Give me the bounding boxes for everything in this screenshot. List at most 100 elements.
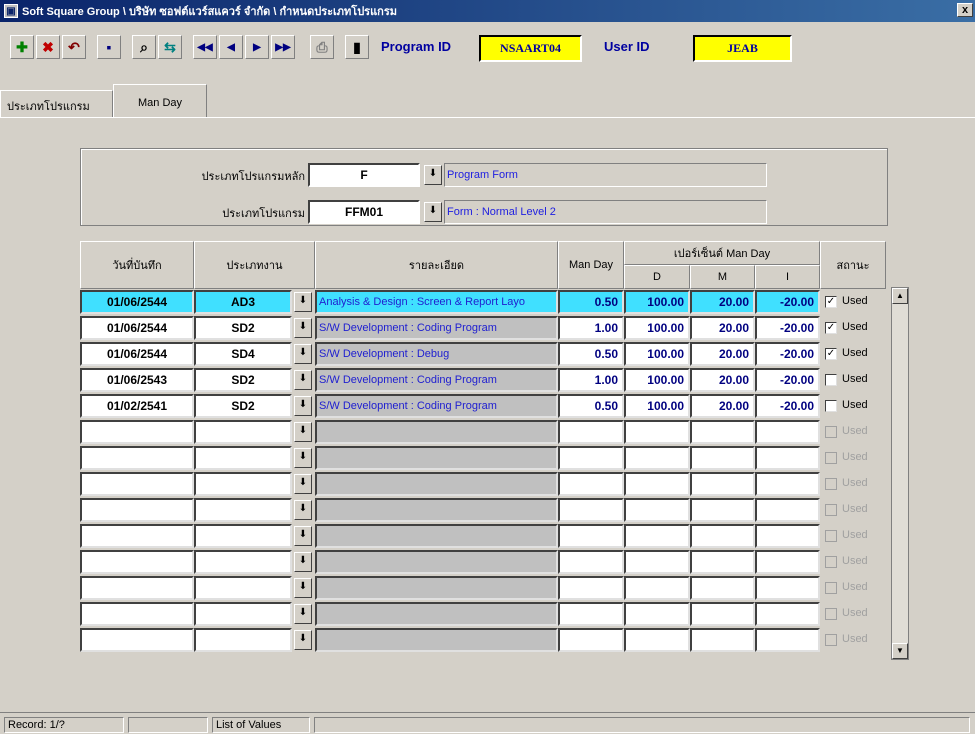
tab-program-type[interactable]: ประเภทโปรแกรม — [0, 90, 113, 118]
percent-d-cell[interactable] — [624, 524, 690, 548]
date-cell[interactable]: 01/02/2541 — [80, 394, 194, 418]
percent-m-cell[interactable] — [690, 550, 755, 574]
work-type-lov-button[interactable]: ⬇ — [294, 474, 312, 494]
detail-cell[interactable] — [315, 524, 558, 548]
work-type-cell[interactable]: SD2 — [194, 394, 292, 418]
percent-m-cell[interactable] — [690, 602, 755, 626]
percent-i-cell[interactable] — [755, 628, 820, 652]
man-day-cell[interactable] — [558, 550, 624, 574]
query-icon[interactable]: ⇆ — [158, 35, 182, 59]
save-icon[interactable]: ▪ — [97, 35, 121, 59]
percent-m-cell[interactable]: 20.00 — [690, 368, 755, 392]
percent-m-cell[interactable] — [690, 472, 755, 496]
work-type-cell[interactable] — [194, 446, 292, 470]
work-type-lov-button[interactable]: ⬇ — [294, 396, 312, 416]
detail-cell[interactable] — [315, 420, 558, 444]
man-day-cell[interactable] — [558, 524, 624, 548]
detail-cell[interactable]: Analysis & Design : Screen & Report Layo — [315, 290, 558, 314]
work-type-cell[interactable] — [194, 498, 292, 522]
percent-d-cell[interactable]: 100.00 — [624, 316, 690, 340]
last-record-icon[interactable]: ▶▶ — [271, 35, 295, 59]
work-type-cell[interactable] — [194, 472, 292, 496]
undo-icon[interactable]: ↶ — [62, 35, 86, 59]
percent-i-cell[interactable] — [755, 524, 820, 548]
date-cell[interactable]: 01/06/2543 — [80, 368, 194, 392]
man-day-cell[interactable]: 0.50 — [558, 290, 624, 314]
main-type-input[interactable]: F — [308, 163, 420, 187]
used-checkbox[interactable] — [825, 556, 837, 568]
detail-cell[interactable] — [315, 628, 558, 652]
percent-i-cell[interactable] — [755, 446, 820, 470]
percent-i-cell[interactable] — [755, 576, 820, 600]
date-cell[interactable] — [80, 524, 194, 548]
used-checkbox[interactable]: ✓ — [825, 296, 837, 308]
man-day-cell[interactable] — [558, 628, 624, 652]
percent-m-cell[interactable] — [690, 628, 755, 652]
work-type-lov-button[interactable]: ⬇ — [294, 370, 312, 390]
date-cell[interactable]: 01/06/2544 — [80, 290, 194, 314]
work-type-cell[interactable] — [194, 576, 292, 600]
percent-m-cell[interactable] — [690, 576, 755, 600]
work-type-lov-button[interactable]: ⬇ — [294, 578, 312, 598]
man-day-cell[interactable] — [558, 420, 624, 444]
percent-d-cell[interactable]: 100.00 — [624, 368, 690, 392]
man-day-cell[interactable]: 0.50 — [558, 342, 624, 366]
delete-icon[interactable]: ✖ — [36, 35, 60, 59]
used-checkbox[interactable] — [825, 582, 837, 594]
percent-i-cell[interactable]: -20.00 — [755, 290, 820, 314]
used-checkbox[interactable] — [825, 504, 837, 516]
percent-i-cell[interactable] — [755, 602, 820, 626]
used-checkbox[interactable] — [825, 608, 837, 620]
percent-d-cell[interactable] — [624, 628, 690, 652]
add-icon[interactable]: ✚ — [10, 35, 34, 59]
work-type-lov-button[interactable]: ⬇ — [294, 448, 312, 468]
detail-cell[interactable] — [315, 602, 558, 626]
used-checkbox[interactable] — [825, 374, 837, 386]
scroll-up-icon[interactable]: ▲ — [892, 288, 908, 304]
man-day-cell[interactable]: 1.00 — [558, 368, 624, 392]
percent-d-cell[interactable] — [624, 420, 690, 444]
date-cell[interactable] — [80, 446, 194, 470]
program-type-lov-button[interactable]: ⬇ — [424, 202, 442, 222]
percent-d-cell[interactable]: 100.00 — [624, 394, 690, 418]
used-checkbox[interactable] — [825, 452, 837, 464]
grid-scrollbar[interactable]: ▲ ▼ — [891, 287, 909, 660]
percent-m-cell[interactable]: 20.00 — [690, 342, 755, 366]
print-icon[interactable]: ⎙ — [310, 35, 334, 59]
percent-d-cell[interactable]: 100.00 — [624, 290, 690, 314]
detail-cell[interactable]: S/W Development : Coding Program — [315, 316, 558, 340]
man-day-cell[interactable] — [558, 576, 624, 600]
date-cell[interactable] — [80, 576, 194, 600]
work-type-lov-button[interactable]: ⬇ — [294, 422, 312, 442]
date-cell[interactable] — [80, 628, 194, 652]
main-type-lov-button[interactable]: ⬇ — [424, 165, 442, 185]
close-button[interactable]: x — [957, 3, 973, 17]
percent-m-cell[interactable] — [690, 498, 755, 522]
work-type-lov-button[interactable]: ⬇ — [294, 500, 312, 520]
percent-m-cell[interactable] — [690, 524, 755, 548]
percent-d-cell[interactable] — [624, 498, 690, 522]
percent-d-cell[interactable] — [624, 576, 690, 600]
work-type-cell[interactable]: SD2 — [194, 316, 292, 340]
used-checkbox[interactable] — [825, 400, 837, 412]
detail-cell[interactable] — [315, 576, 558, 600]
next-record-icon[interactable]: ▶ — [245, 35, 269, 59]
percent-m-cell[interactable]: 20.00 — [690, 394, 755, 418]
man-day-cell[interactable]: 0.50 — [558, 394, 624, 418]
used-checkbox[interactable] — [825, 478, 837, 490]
binoculars-icon[interactable]: ⌕ — [132, 35, 156, 59]
first-record-icon[interactable]: ◀◀ — [193, 35, 217, 59]
percent-i-cell[interactable] — [755, 472, 820, 496]
work-type-cell[interactable]: SD2 — [194, 368, 292, 392]
used-checkbox[interactable] — [825, 426, 837, 438]
used-checkbox[interactable] — [825, 530, 837, 542]
percent-i-cell[interactable]: -20.00 — [755, 316, 820, 340]
used-checkbox[interactable]: ✓ — [825, 322, 837, 334]
work-type-lov-button[interactable]: ⬇ — [294, 292, 312, 312]
detail-cell[interactable]: S/W Development : Coding Program — [315, 368, 558, 392]
work-type-lov-button[interactable]: ⬇ — [294, 552, 312, 572]
work-type-cell[interactable] — [194, 550, 292, 574]
detail-cell[interactable] — [315, 498, 558, 522]
date-cell[interactable]: 01/06/2544 — [80, 316, 194, 340]
program-type-input[interactable]: FFM01 — [308, 200, 420, 224]
